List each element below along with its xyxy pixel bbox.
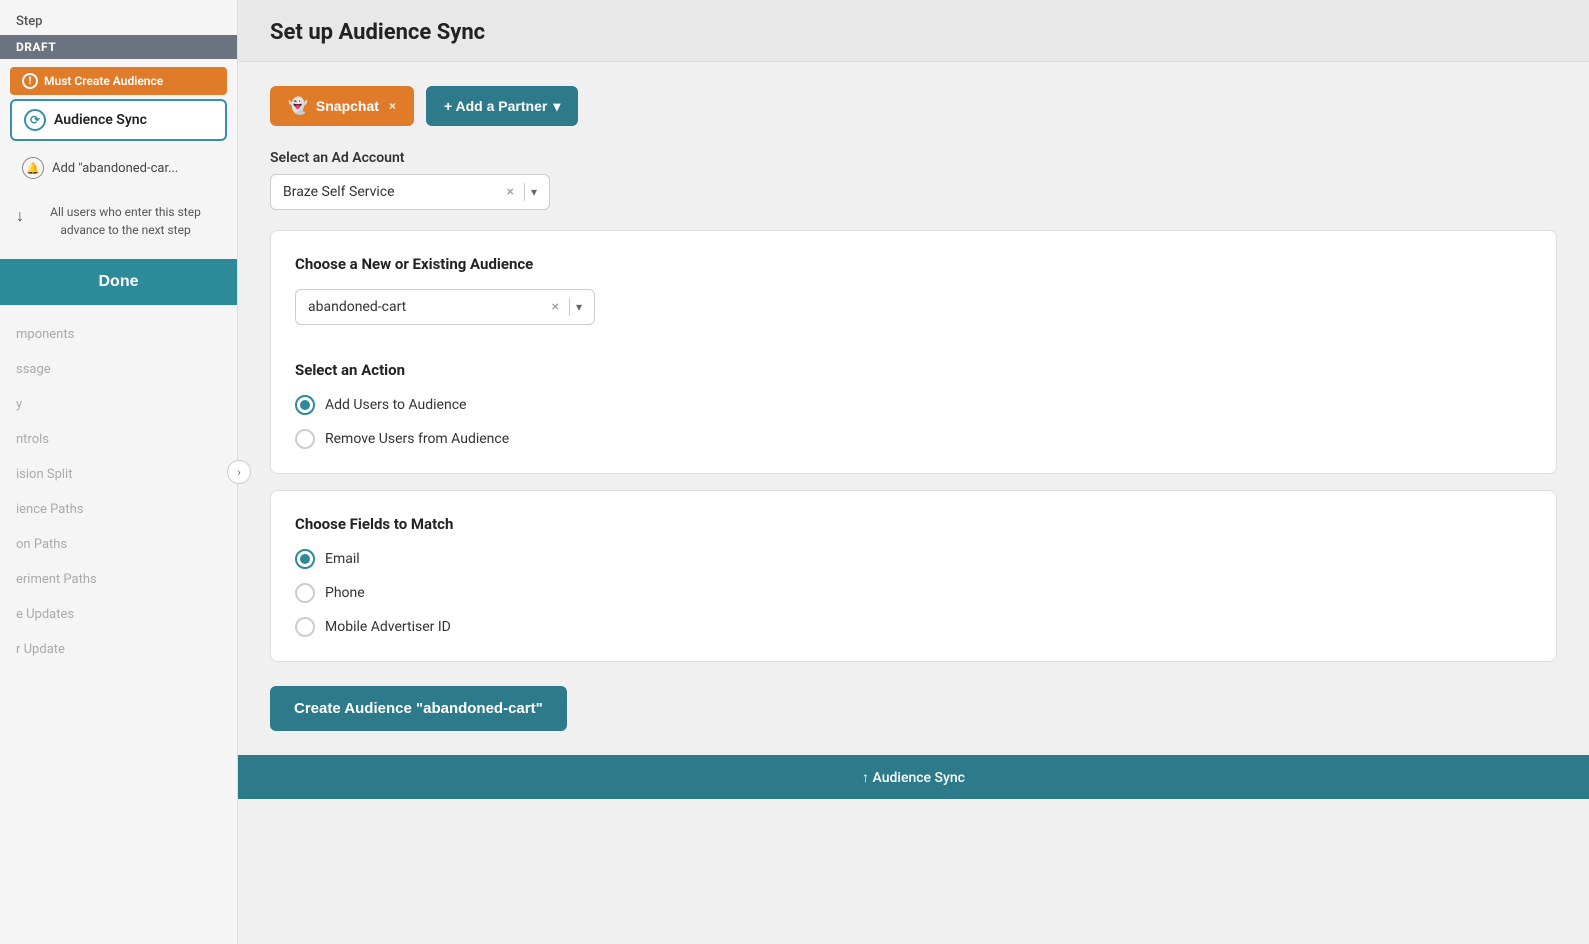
advance-note: ↓ All users who enter this step advance … bbox=[10, 203, 227, 239]
add-partner-label: + Add a Partner bbox=[444, 98, 547, 114]
sidebar-item-components[interactable]: mponents bbox=[0, 317, 237, 352]
alert-icon: ! bbox=[22, 73, 38, 89]
audience-sync-item[interactable]: ⟳ Audience Sync bbox=[10, 99, 227, 141]
field-option-phone[interactable]: Phone bbox=[295, 583, 1532, 603]
sidebar: Step DRAFT ! Must Create Audience ⟳ Audi… bbox=[0, 0, 238, 944]
main-content: Set up Audience Sync 👻 Snapchat × + Add … bbox=[238, 0, 1589, 944]
chevron-down-icon bbox=[553, 98, 560, 115]
ad-account-caret-icon[interactable]: ▾ bbox=[531, 185, 537, 199]
sidebar-item-on-paths[interactable]: on Paths bbox=[0, 527, 237, 562]
sidebar-item-y[interactable]: y bbox=[0, 387, 237, 422]
fields-card: Choose Fields to Match Email Phone Mobil… bbox=[270, 490, 1557, 662]
ad-account-clear-icon[interactable]: × bbox=[506, 184, 513, 200]
audience-value: abandoned-cart bbox=[308, 299, 547, 315]
action-remove-label: Remove Users from Audience bbox=[325, 431, 509, 447]
fields-radio-group: Email Phone Mobile Advertiser ID bbox=[295, 549, 1532, 637]
radio-add-users[interactable] bbox=[295, 395, 315, 415]
page-title: Set up Audience Sync bbox=[270, 20, 1557, 45]
advance-note-text: All users who enter this step advance to… bbox=[30, 203, 221, 239]
sidebar-item-decision-split[interactable]: ision Split bbox=[0, 457, 237, 492]
action-section-title: Select an Action bbox=[295, 361, 1532, 379]
sidebar-item-update[interactable]: r Update bbox=[0, 632, 237, 667]
ad-account-select[interactable]: Braze Self Service × ▾ bbox=[270, 174, 550, 210]
radio-phone[interactable] bbox=[295, 583, 315, 603]
must-create-label: Must Create Audience bbox=[44, 74, 163, 88]
bottom-bar-label: ↑ Audience Sync bbox=[862, 769, 965, 786]
sidebar-item-audience-paths[interactable]: ience Paths bbox=[0, 492, 237, 527]
sidebar-item-controls[interactable]: ntrols bbox=[0, 422, 237, 457]
add-item-label: Add "abandoned-car... bbox=[52, 161, 178, 176]
field-mobile-id-label: Mobile Advertiser ID bbox=[325, 619, 451, 635]
audience-card-title: Choose a New or Existing Audience bbox=[295, 255, 1532, 273]
main-body: 👻 Snapchat × + Add a Partner Select an A… bbox=[238, 62, 1589, 755]
radio-email[interactable] bbox=[295, 549, 315, 569]
draft-bar: DRAFT bbox=[0, 35, 237, 59]
main-header: Set up Audience Sync bbox=[238, 0, 1589, 62]
sidebar-expander[interactable]: › bbox=[227, 460, 251, 484]
sidebar-item-updates[interactable]: e Updates bbox=[0, 597, 237, 632]
audience-sync-label: Audience Sync bbox=[54, 112, 147, 128]
add-partner-button[interactable]: + Add a Partner bbox=[426, 86, 578, 126]
bell-icon: 🔔 bbox=[22, 157, 44, 179]
sidebar-item-experiment-paths[interactable]: eriment Paths bbox=[0, 562, 237, 597]
select-divider-2 bbox=[569, 298, 570, 316]
ad-account-value: Braze Self Service bbox=[283, 184, 502, 200]
must-create-banner: ! Must Create Audience bbox=[10, 67, 227, 95]
audience-caret-icon[interactable]: ▾ bbox=[576, 300, 582, 314]
sync-icon: ⟳ bbox=[24, 109, 46, 131]
fields-section-title: Choose Fields to Match bbox=[295, 515, 1532, 533]
bottom-bar[interactable]: ↑ Audience Sync bbox=[238, 755, 1589, 799]
action-option-remove[interactable]: Remove Users from Audience bbox=[295, 429, 1532, 449]
select-divider bbox=[524, 183, 525, 201]
audience-card: Choose a New or Existing Audience abando… bbox=[270, 230, 1557, 474]
audience-clear-icon[interactable]: × bbox=[551, 299, 558, 315]
radio-remove-users[interactable] bbox=[295, 429, 315, 449]
snapchat-label: Snapchat bbox=[316, 98, 379, 114]
create-audience-button[interactable]: Create Audience "abandoned-cart" bbox=[270, 686, 567, 731]
field-option-mobile-id[interactable]: Mobile Advertiser ID bbox=[295, 617, 1532, 637]
action-add-label: Add Users to Audience bbox=[325, 397, 466, 413]
action-radio-group: Add Users to Audience Remove Users from … bbox=[295, 395, 1532, 449]
sidebar-item-message[interactable]: ssage bbox=[0, 352, 237, 387]
field-phone-label: Phone bbox=[325, 585, 365, 601]
done-button[interactable]: Done bbox=[0, 259, 237, 305]
ad-account-label: Select an Ad Account bbox=[270, 150, 1557, 166]
down-arrow-icon: ↓ bbox=[16, 204, 24, 228]
radio-mobile-id[interactable] bbox=[295, 617, 315, 637]
field-email-label: Email bbox=[325, 551, 360, 567]
add-item[interactable]: 🔔 Add "abandoned-car... bbox=[10, 149, 227, 187]
field-option-email[interactable]: Email bbox=[295, 549, 1532, 569]
snapchat-button[interactable]: 👻 Snapchat × bbox=[270, 86, 414, 126]
snapchat-icon: 👻 bbox=[288, 96, 308, 116]
partner-row: 👻 Snapchat × + Add a Partner bbox=[270, 86, 1557, 126]
action-option-add[interactable]: Add Users to Audience bbox=[295, 395, 1532, 415]
snapchat-close-icon[interactable]: × bbox=[389, 99, 396, 113]
audience-select[interactable]: abandoned-cart × ▾ bbox=[295, 289, 595, 325]
sidebar-nav: mponents ssage y ntrols ision Split ienc… bbox=[0, 305, 237, 944]
step-label: Step bbox=[0, 0, 237, 35]
